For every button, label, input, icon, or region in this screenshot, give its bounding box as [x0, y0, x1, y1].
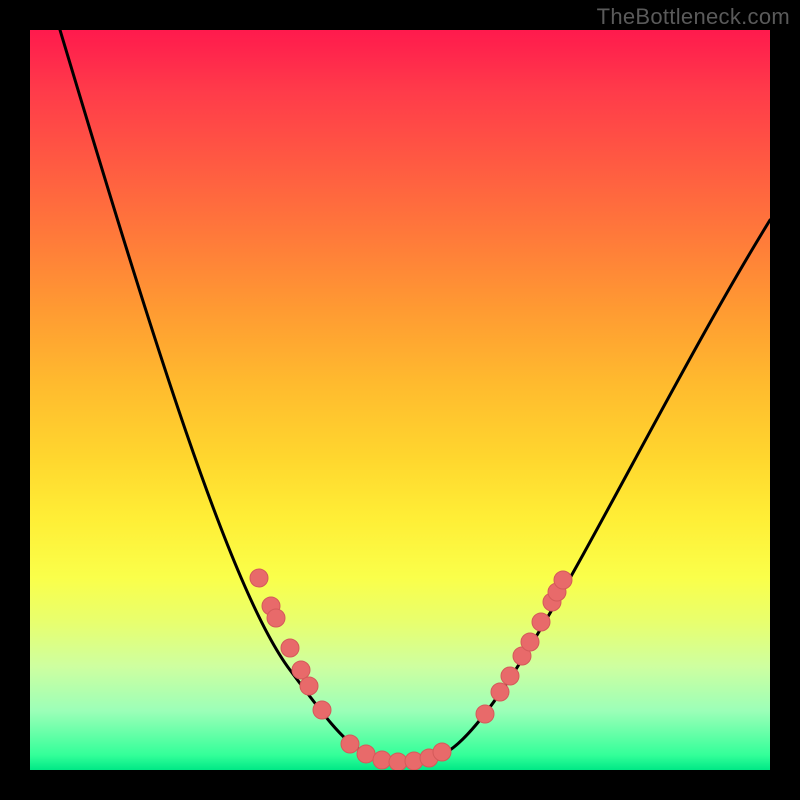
- bottleneck-curve: [60, 30, 770, 762]
- marker-dot: [281, 639, 299, 657]
- marker-dot: [300, 677, 318, 695]
- chart-svg: [30, 30, 770, 770]
- marker-dot: [250, 569, 268, 587]
- marker-dot: [532, 613, 550, 631]
- marker-dot: [292, 661, 310, 679]
- marker-dot: [521, 633, 539, 651]
- marker-dot: [341, 735, 359, 753]
- curve-markers: [250, 569, 572, 770]
- marker-dot: [373, 751, 391, 769]
- watermark-text: TheBottleneck.com: [597, 4, 790, 30]
- marker-dot: [389, 753, 407, 770]
- marker-dot: [554, 571, 572, 589]
- marker-dot: [501, 667, 519, 685]
- marker-dot: [313, 701, 331, 719]
- marker-dot: [433, 743, 451, 761]
- plot-area: [30, 30, 770, 770]
- marker-dot: [267, 609, 285, 627]
- chart-frame: TheBottleneck.com: [0, 0, 800, 800]
- marker-dot: [491, 683, 509, 701]
- marker-dot: [357, 745, 375, 763]
- marker-dot: [476, 705, 494, 723]
